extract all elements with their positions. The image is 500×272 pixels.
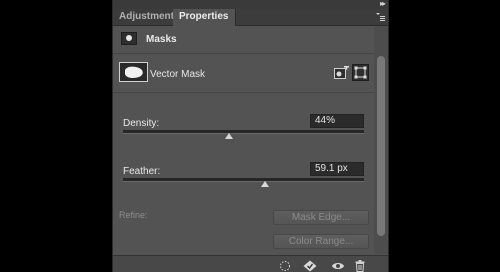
feather-slider-thumb[interactable]: [261, 181, 270, 187]
panel-footer: [113, 255, 388, 272]
color-range-button[interactable]: Color Range...: [273, 234, 369, 249]
vector-mask-thumbnail[interactable]: [119, 62, 148, 82]
trash-icon[interactable]: [354, 259, 366, 272]
density-slider-track[interactable]: [123, 130, 364, 134]
load-selection-icon[interactable]: [279, 259, 291, 271]
vector-mask-row: Vector Mask: [113, 54, 375, 93]
tab-properties[interactable]: Properties: [173, 9, 236, 26]
density-field[interactable]: 44%: [310, 114, 364, 128]
visibility-eye-icon[interactable]: [331, 259, 345, 271]
select-vector-mask-icon[interactable]: [352, 64, 369, 81]
add-pixel-mask-icon[interactable]: [334, 64, 349, 80]
panel-menu-icon[interactable]: [375, 12, 385, 22]
panel-tab-bar: Adjustments Properties: [113, 9, 388, 26]
properties-panel: ▸▸ Adjustments Properties Masks Vector M…: [112, 0, 389, 272]
masks-header: Masks: [113, 26, 375, 54]
section-title: Masks: [146, 34, 177, 45]
density-slider-thumb[interactable]: [225, 133, 234, 139]
refine-label: Refine:: [119, 210, 148, 220]
double-chevron-right-icon[interactable]: ▸▸: [380, 0, 386, 9]
feather-label: Feather:: [123, 166, 161, 177]
density-label: Density:: [123, 118, 160, 129]
feather-field[interactable]: 59.1 px: [310, 162, 364, 176]
feather-slider-track[interactable]: [123, 178, 364, 182]
mask-edge-button[interactable]: Mask Edge...: [273, 210, 369, 225]
vector-mask-label: Vector Mask: [150, 69, 206, 80]
scrollbar-thumb[interactable]: [377, 56, 385, 236]
pixel-mask-icon: [121, 32, 137, 45]
apply-mask-icon[interactable]: [303, 259, 317, 272]
panel-scrollbar[interactable]: [374, 26, 388, 254]
